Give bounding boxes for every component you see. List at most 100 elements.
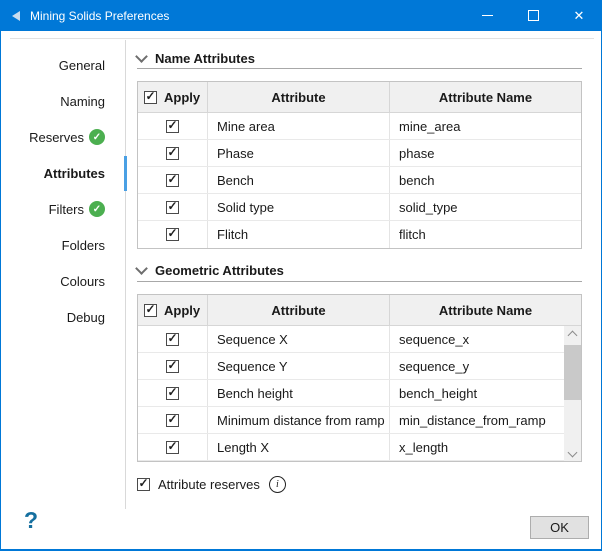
table-body: Sequence Xsequence_xSequence Ysequence_y… (138, 326, 581, 461)
sidebar-item-label: Attributes (44, 166, 105, 181)
scroll-up-button[interactable] (564, 326, 581, 342)
table-row[interactable]: Sequence Ysequence_y (138, 353, 564, 380)
section-header-name-attributes[interactable]: Name Attributes (137, 48, 582, 68)
apply-cell (138, 407, 208, 433)
apply-column-label: Apply (164, 303, 200, 318)
close-button[interactable]: ✕ (556, 0, 602, 31)
sidebar: General Naming Reserves ✓ Attributes Filters✓… (1, 47, 125, 335)
table-row[interactable]: Sequence Xsequence_x (138, 326, 564, 353)
attribute-reserves-label: Attribute reserves (158, 477, 260, 492)
sidebar-item-general[interactable]: General (1, 47, 125, 83)
attribute-name-cell: solid_type (390, 194, 581, 220)
table-header-row: Apply Attribute Attribute Name (138, 82, 581, 113)
sidebar-item-label: General (59, 58, 105, 73)
row-apply-checkbox[interactable] (166, 228, 179, 241)
apply-column-label: Apply (164, 90, 200, 105)
sidebar-item-filters[interactable]: Filters✓ (1, 191, 125, 227)
info-icon[interactable]: i (269, 476, 286, 493)
section-title: Geometric Attributes (155, 263, 284, 278)
row-apply-checkbox[interactable] (166, 333, 179, 346)
sidebar-selection-indicator (124, 156, 127, 191)
attribute-cell: Flitch (208, 221, 390, 248)
row-apply-checkbox[interactable] (166, 147, 179, 160)
scrollbar-thumb[interactable] (564, 345, 581, 400)
attribute-cell: Phase (208, 140, 390, 166)
attribute-column-header: Attribute (208, 82, 390, 112)
apply-column-header: Apply (138, 295, 208, 325)
attribute-name-column-header: Attribute Name (390, 295, 581, 325)
apply-all-checkbox[interactable] (144, 91, 157, 104)
attribute-cell: Bench (208, 167, 390, 193)
apply-cell (138, 326, 208, 352)
sidebar-item-naming[interactable]: Naming (1, 83, 125, 119)
sidebar-item-label: Filters (49, 202, 84, 217)
apply-cell (138, 380, 208, 406)
attribute-cell: Bench height (208, 380, 390, 406)
table-row[interactable]: Phasephase (138, 140, 581, 167)
caption-buttons: ✕ (464, 0, 602, 31)
scroll-down-button[interactable] (564, 445, 581, 461)
attribute-name-cell: bench (390, 167, 581, 193)
apply-cell (138, 140, 208, 166)
attribute-name-cell: sequence_x (390, 326, 564, 352)
row-apply-checkbox[interactable] (166, 174, 179, 187)
apply-cell (138, 113, 208, 139)
attribute-name-cell: min_distance_from_ramp (390, 407, 564, 433)
check-badge-icon: ✓ (89, 129, 105, 145)
window-title: Mining Solids Preferences (30, 9, 169, 23)
section-rule (137, 68, 582, 69)
apply-cell (138, 353, 208, 379)
attribute-name-column-header: Attribute Name (390, 82, 581, 112)
row-apply-checkbox[interactable] (166, 120, 179, 133)
table-row[interactable]: Benchbench (138, 167, 581, 194)
table-row[interactable]: Minimum distance from rampmin_distance_f… (138, 407, 564, 434)
table-body: Mine areamine_areaPhasephaseBenchbenchSo… (138, 113, 581, 248)
table-row[interactable]: Bench heightbench_height (138, 380, 564, 407)
attribute-cell: Solid type (208, 194, 390, 220)
vertical-scrollbar[interactable] (564, 326, 581, 461)
help-button[interactable]: ? (24, 507, 38, 535)
row-apply-checkbox[interactable] (166, 360, 179, 373)
table-row[interactable]: Flitchflitch (138, 221, 581, 248)
table-row[interactable]: Solid typesolid_type (138, 194, 581, 221)
row-apply-checkbox[interactable] (166, 201, 179, 214)
minimize-button[interactable] (464, 0, 510, 31)
section-header-geometric-attributes[interactable]: Geometric Attributes (137, 260, 582, 280)
row-apply-checkbox[interactable] (166, 441, 179, 454)
attribute-reserves-checkbox[interactable] (137, 478, 150, 491)
apply-all-checkbox[interactable] (144, 304, 157, 317)
sidebar-item-label: Naming (60, 94, 105, 109)
chevron-down-icon (568, 447, 578, 457)
maximize-button[interactable] (510, 0, 556, 31)
table-row[interactable]: Mine areamine_area (138, 113, 581, 140)
sidebar-item-label: Folders (62, 238, 105, 253)
attribute-name-cell: flitch (390, 221, 581, 248)
sidebar-item-label: Reserves (29, 130, 84, 145)
row-apply-checkbox[interactable] (166, 414, 179, 427)
apply-cell (138, 194, 208, 220)
title-bar: Mining Solids Preferences ✕ (0, 0, 602, 31)
section-rule (137, 281, 582, 282)
chevron-down-icon (135, 262, 148, 275)
attribute-name-cell: mine_area (390, 113, 581, 139)
apply-cell (138, 167, 208, 193)
table-header-row: Apply Attribute Attribute Name (138, 295, 581, 326)
sidebar-item-folders[interactable]: Folders (1, 227, 125, 263)
attribute-cell: Minimum distance from ramp (208, 407, 390, 433)
ok-button[interactable]: OK (530, 516, 589, 539)
app-icon (12, 11, 20, 21)
sidebar-item-label: Colours (60, 274, 105, 289)
attribute-cell: Length X (208, 434, 390, 460)
attribute-cell: Sequence Y (208, 353, 390, 379)
sidebar-item-reserves[interactable]: Reserves ✓ (1, 119, 125, 155)
sidebar-item-attributes[interactable]: Attributes (1, 155, 125, 191)
table-row[interactable]: Length Xx_length (138, 434, 564, 461)
maximize-icon (528, 10, 539, 21)
sidebar-item-label: Debug (67, 310, 105, 325)
row-apply-checkbox[interactable] (166, 387, 179, 400)
name-attributes-table: Apply Attribute Attribute Name Mine area… (137, 81, 582, 249)
sidebar-item-colours[interactable]: Colours (1, 263, 125, 299)
attribute-name-cell: bench_height (390, 380, 564, 406)
sidebar-item-debug[interactable]: Debug (1, 299, 125, 335)
chevron-up-icon (568, 331, 578, 341)
